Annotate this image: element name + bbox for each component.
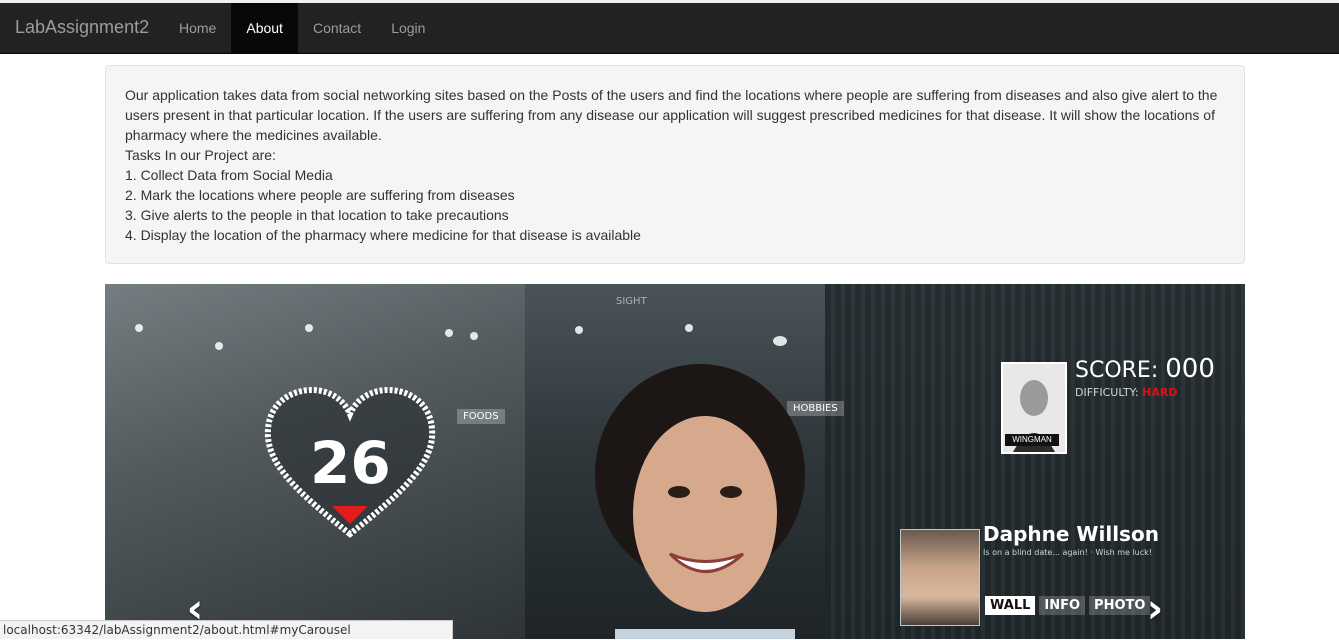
about-description-panel: Our application takes data from social n… xyxy=(105,65,1245,264)
nav-item-home: Home xyxy=(164,3,231,53)
ceiling-light xyxy=(305,324,313,332)
chevron-right-icon: › xyxy=(1146,586,1164,632)
hud-tag-sight: SIGHT xyxy=(616,296,647,307)
score-value: 000 xyxy=(1165,354,1215,384)
heart-meter-value: 26 xyxy=(310,429,391,497)
score-label: SCORE: xyxy=(1075,358,1159,383)
ceiling-light xyxy=(470,332,478,340)
ceiling-light xyxy=(135,324,143,332)
task-item: 4. Display the location of the pharmacy … xyxy=(125,227,641,243)
browser-status-bar: localhost:63342/labAssignment2/about.htm… xyxy=(0,620,453,639)
about-paragraph: Our application takes data from social n… xyxy=(125,87,1218,143)
task-item: 1. Collect Data from Social Media xyxy=(125,167,333,183)
nav-link-about[interactable]: About xyxy=(231,3,298,53)
hud-tag-foods: FOODS xyxy=(457,409,505,424)
difficulty-value: HARD xyxy=(1142,386,1178,399)
profile-thumbnail xyxy=(900,529,980,626)
profile-tabs: WALL INFO PHOTO xyxy=(985,596,1151,615)
nav-menu: Home About Contact Login xyxy=(164,3,440,53)
profile-status: Is on a blind date... again! · Wish me l… xyxy=(983,548,1152,557)
nav-item-about: About xyxy=(231,3,298,53)
nav-link-contact[interactable]: Contact xyxy=(298,3,376,53)
ceiling-light xyxy=(215,342,223,350)
wingman-label: WINGMAN xyxy=(1005,434,1059,446)
navbar-brand[interactable]: LabAssignment2 xyxy=(15,17,149,38)
tasks-list: 1. Collect Data from Social Media 2. Mar… xyxy=(125,165,1225,245)
difficulty-label: DIFFICULTY: xyxy=(1075,386,1139,399)
status-url: localhost:63342/labAssignment2/about.htm… xyxy=(3,623,351,637)
ceiling-light xyxy=(685,324,693,332)
nav-item-login: Login xyxy=(376,3,440,53)
image-carousel[interactable]: SIGHT FOODS HOBBIES 26 WINGMAN SCORE: 00… xyxy=(105,284,1245,639)
score-display: SCORE: 000 xyxy=(1075,354,1215,384)
ceiling-light xyxy=(575,326,583,334)
profile-name: Daphne Willson xyxy=(983,522,1159,546)
nav-link-login[interactable]: Login xyxy=(376,3,440,53)
difficulty-display: DIFFICULTY: HARD xyxy=(1075,386,1177,399)
nav-link-home[interactable]: Home xyxy=(164,3,231,53)
ceiling-light xyxy=(445,329,453,337)
profile-tab-wall: WALL xyxy=(985,596,1036,615)
nav-item-contact: Contact xyxy=(298,3,376,53)
task-item: 2. Mark the locations where people are s… xyxy=(125,187,515,203)
carousel-background-right xyxy=(825,284,1245,639)
ceiling-light xyxy=(773,336,787,346)
profile-tab-info: INFO xyxy=(1039,596,1086,615)
woman-photo xyxy=(595,364,805,639)
task-item: 3. Give alerts to the people in that loc… xyxy=(125,207,509,223)
navbar: LabAssignment2 Home About Contact Login xyxy=(0,0,1339,54)
carousel-next-button[interactable]: › xyxy=(1135,589,1175,629)
tasks-heading: Tasks In our Project are: xyxy=(125,147,276,163)
